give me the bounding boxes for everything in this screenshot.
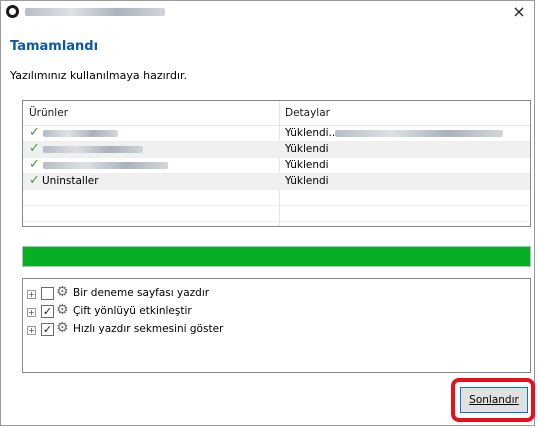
list-item: ✓ Yüklendi.. [23, 125, 530, 142]
options-tree[interactable]: + ⚙ Bir deneme sayfası yazdır + ✓ ⚙ Çift… [22, 278, 531, 373]
expand-plus-icon[interactable]: + [27, 308, 36, 317]
option-label: Bir deneme sayfası yazdır [73, 287, 210, 299]
checkmark-icon: ✓ [29, 141, 40, 156]
title-bar: × [1, 1, 534, 23]
expand-plus-icon[interactable]: + [27, 290, 36, 299]
product-status: Yüklendi.. [285, 127, 336, 139]
checkmark-icon: ✓ [29, 157, 40, 172]
option-test-page[interactable]: + ⚙ Bir deneme sayfası yazdır [27, 284, 507, 302]
column-header-details[interactable]: Detaylar [285, 107, 330, 119]
app-globe-icon [6, 5, 19, 18]
list-header: Ürünler Detaylar [23, 101, 530, 126]
checkmark-icon: ✓ [29, 125, 40, 140]
list-item-empty [23, 190, 530, 206]
product-status: Yüklendi [285, 175, 329, 187]
finish-button[interactable]: Sonlandır [460, 387, 528, 413]
checkmark-icon: ✓ [29, 173, 40, 188]
expand-plus-icon[interactable]: + [27, 326, 36, 335]
list-item: ✓ Yüklendi [23, 157, 530, 174]
status-detail-redacted [335, 130, 503, 137]
option-label: Hızlı yazdır sekmesini göster [73, 323, 224, 335]
installer-window: × Tamamlandı Yazılımınız kullanılmaya ha… [0, 0, 535, 426]
column-header-products[interactable]: Ürünler [29, 107, 68, 119]
gear-icon: ⚙ [56, 320, 69, 336]
progress-fill [23, 247, 530, 266]
product-status: Yüklendi [285, 159, 329, 171]
product-status: Yüklendi [285, 143, 329, 155]
gear-icon: ⚙ [56, 284, 69, 300]
window-title-redacted [25, 8, 165, 16]
product-name-redacted [43, 146, 143, 153]
page-title: Tamamlandı [10, 39, 99, 54]
gear-icon: ⚙ [56, 302, 69, 318]
product-name-redacted [43, 130, 118, 137]
products-list[interactable]: Ürünler Detaylar ✓ Yüklendi.. ✓ Yüklendi… [22, 100, 531, 227]
option-label: Çift yönlüyü etkinleştir [73, 305, 192, 317]
option-quick-print-tab[interactable]: + ✓ ⚙ Hızlı yazdır sekmesini göster [27, 320, 507, 338]
close-button[interactable]: × [510, 3, 528, 21]
page-subtitle: Yazılımınız kullanılmaya hazırdır. [10, 69, 188, 82]
install-progress-bar [22, 246, 531, 267]
quick-print-checkbox[interactable]: ✓ [41, 323, 54, 336]
duplex-checkbox[interactable]: ✓ [41, 305, 54, 318]
list-item: ✓ Yüklendi [23, 141, 530, 158]
test-page-checkbox[interactable] [41, 287, 54, 300]
product-name: Uninstaller [42, 175, 99, 187]
product-name-redacted [43, 162, 168, 169]
list-item: ✓ Uninstaller Yüklendi [23, 173, 530, 190]
list-item-empty [23, 206, 530, 222]
option-duplex[interactable]: + ✓ ⚙ Çift yönlüyü etkinleştir [27, 302, 507, 320]
